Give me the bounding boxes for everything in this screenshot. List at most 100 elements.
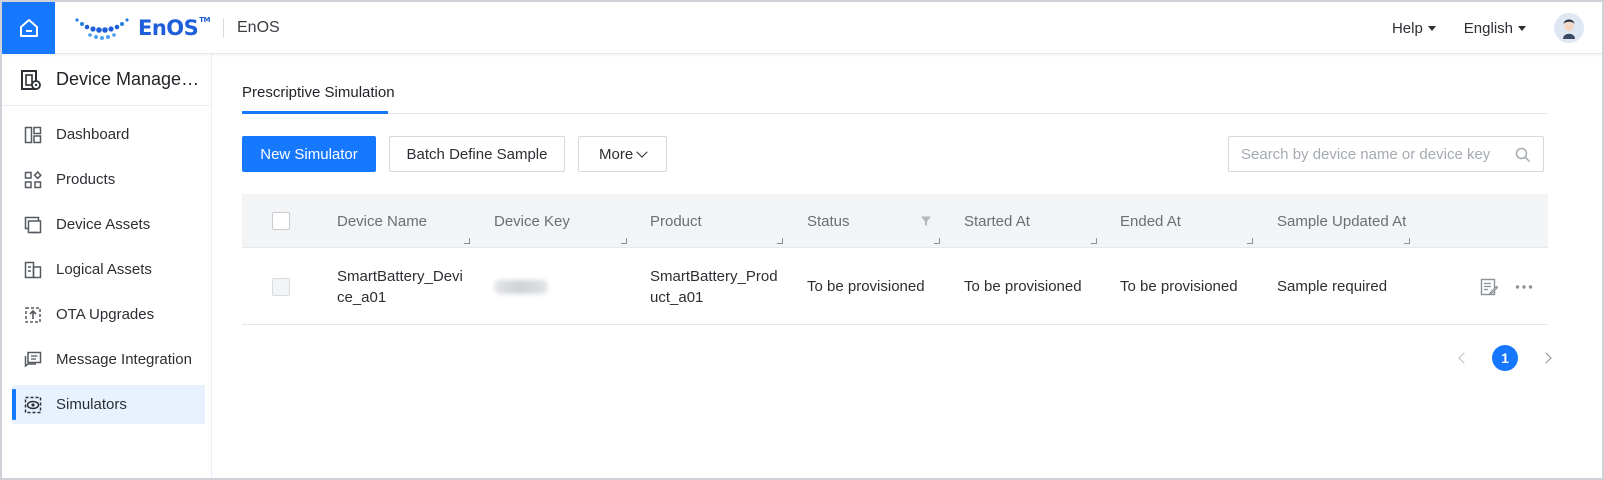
active-tab-indicator (242, 111, 388, 114)
column-label: Started At (964, 212, 1030, 230)
device-key-cell (494, 248, 634, 325)
sidebar-item-label: Products (56, 171, 116, 188)
previous-page-icon[interactable] (1458, 352, 1470, 364)
device-name-text: ce_a01 (337, 288, 387, 306)
column-resize-handle[interactable] (1247, 238, 1253, 244)
logo-dots-icon (75, 18, 129, 40)
top-navigation-bar: EnOSTM EnOS Help English (2, 2, 1602, 54)
simulators-table: Device Name Device Key Product Status St… (242, 194, 1548, 325)
more-label: More (599, 145, 634, 163)
column-label: Device Key (494, 212, 570, 230)
row-checkbox[interactable] (272, 277, 290, 296)
sidebar-item-simulators[interactable]: Simulators (12, 385, 205, 424)
status-cell: To be provisioned (807, 278, 925, 295)
module-title[interactable]: Device Management (2, 54, 211, 106)
column-header-device-name[interactable]: Device Name (337, 194, 482, 248)
device-management-icon (21, 69, 41, 90)
help-label: Help (1391, 19, 1423, 37)
column-label: Sample Updated At (1277, 212, 1407, 230)
caret-down-icon (1518, 25, 1526, 31)
search-input[interactable] (1241, 145, 1511, 163)
user-avatar[interactable] (1554, 13, 1584, 43)
ota-upgrades-icon (24, 306, 42, 324)
tab-prescriptive-simulation[interactable]: Prescriptive Simulation (242, 80, 395, 114)
filter-icon[interactable] (920, 215, 932, 227)
logical-assets-icon (24, 261, 42, 279)
column-header-device-key[interactable]: Device Key (494, 194, 639, 248)
device-name-text: SmartBattery_Devi (337, 267, 463, 285)
dashboard-icon (24, 126, 42, 144)
app-name: EnOS (237, 19, 280, 36)
header-actions: Help English (1392, 2, 1584, 54)
sidebar-item-message-integration[interactable]: Message Integration (12, 340, 205, 379)
product-text: uct_a01 (650, 288, 704, 306)
column-label: Status (807, 212, 850, 230)
app-window: EnOSTM EnOS Help English Device Manageme… (0, 0, 1604, 480)
simulators-icon (24, 396, 42, 414)
sidebar-item-ota-upgrades[interactable]: OTA Upgrades (12, 295, 205, 334)
column-resize-handle[interactable] (621, 238, 627, 244)
sidebar-item-label: Logical Assets (56, 261, 152, 278)
sidebar-item-label: OTA Upgrades (56, 306, 155, 323)
next-page-icon[interactable] (1540, 352, 1552, 364)
main-content: Prescriptive Simulation New Simulator Ba… (212, 54, 1602, 478)
language-label: English (1463, 19, 1513, 37)
column-resize-handle[interactable] (777, 238, 783, 244)
sidebar-nav: Dashboard Products Device Assets Logical… (2, 106, 211, 424)
batch-define-sample-button[interactable]: Batch Define Sample (389, 136, 565, 172)
more-actions-icon[interactable] (1515, 284, 1533, 290)
new-simulator-button[interactable]: New Simulator (242, 136, 376, 172)
caret-down-icon (1427, 25, 1436, 31)
table-header: Device Name Device Key Product Status St… (242, 194, 1548, 248)
home-button[interactable] (2, 2, 55, 54)
home-icon (19, 19, 38, 37)
select-all-cell (272, 194, 290, 248)
enos-logo[interactable]: EnOSTM (74, 14, 211, 42)
started-at-cell: To be provisioned (964, 278, 1082, 295)
column-resize-handle[interactable] (1404, 238, 1410, 244)
help-menu[interactable]: Help (1392, 20, 1436, 37)
column-header-started-at[interactable]: Started At (964, 194, 1109, 248)
page-number-current[interactable]: 1 (1492, 345, 1518, 371)
pagination: 1 (1458, 344, 1552, 372)
device-name-cell: SmartBattery_Devi ce_a01 (337, 248, 477, 325)
toolbar: New Simulator Batch Define Sample More (242, 136, 680, 172)
user-avatar-icon (1554, 13, 1584, 43)
column-resize-handle[interactable] (1091, 238, 1097, 244)
column-label: Product (650, 212, 702, 230)
chevron-down-icon (636, 145, 648, 158)
message-integration-icon (24, 351, 42, 369)
sidebar-item-label: Simulators (56, 396, 127, 413)
products-icon (24, 170, 42, 189)
sidebar-item-device-assets[interactable]: Device Assets (12, 205, 205, 244)
table-row[interactable]: SmartBattery_Devi ce_a01 SmartBattery_Pr… (242, 248, 1548, 325)
column-resize-handle[interactable] (934, 238, 940, 244)
search-icon[interactable] (1515, 147, 1531, 163)
column-header-sample-updated-at[interactable]: Sample Updated At (1277, 194, 1422, 248)
sidebar-item-label: Device Assets (56, 216, 151, 233)
row-actions-cell (1480, 248, 1533, 325)
sample-updated-at-cell: Sample required (1277, 278, 1388, 295)
column-header-status[interactable]: Status (807, 194, 952, 248)
header-divider (223, 18, 224, 38)
product-text: SmartBattery_Prod (650, 267, 778, 285)
column-label: Ended At (1120, 212, 1181, 230)
column-label: Device Name (337, 212, 428, 230)
sidebar-item-dashboard[interactable]: Dashboard (12, 115, 205, 154)
sidebar: Device Management Dashboard Products Dev… (2, 54, 212, 478)
language-menu[interactable]: English (1464, 20, 1526, 37)
more-dropdown-button[interactable]: More (578, 136, 667, 172)
search-box (1228, 136, 1544, 172)
column-header-product[interactable]: Product (650, 194, 795, 248)
sidebar-item-products[interactable]: Products (12, 160, 205, 199)
tab-label: Prescriptive Simulation (242, 84, 395, 101)
edit-sample-icon[interactable] (1480, 278, 1498, 296)
product-cell: SmartBattery_Prod uct_a01 (650, 248, 790, 325)
column-header-ended-at[interactable]: Ended At (1120, 194, 1265, 248)
device-key-redacted (494, 279, 548, 294)
sidebar-item-logical-assets[interactable]: Logical Assets (12, 250, 205, 289)
row-select-cell (272, 248, 290, 325)
tab-bar: Prescriptive Simulation (242, 80, 1548, 114)
select-all-checkbox[interactable] (272, 212, 290, 230)
column-resize-handle[interactable] (464, 238, 470, 244)
